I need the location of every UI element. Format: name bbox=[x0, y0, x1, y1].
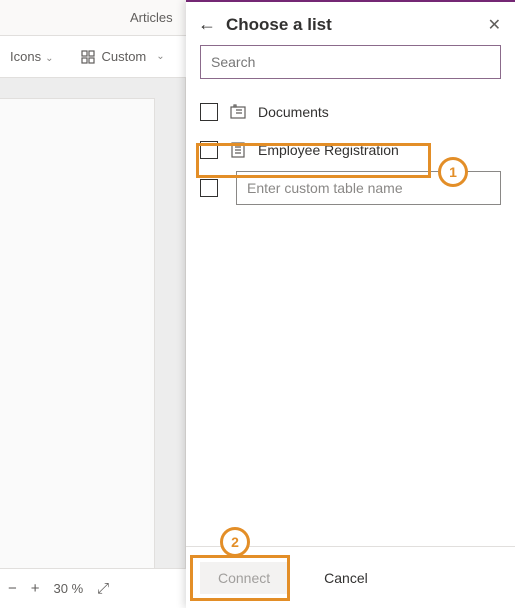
checkbox[interactable] bbox=[200, 179, 218, 197]
zoom-out-button[interactable]: − bbox=[8, 580, 17, 597]
app-tab-bar: Articles bbox=[0, 0, 186, 36]
chevron-down-icon: ⌄ bbox=[156, 51, 164, 62]
list-item-label: Documents bbox=[258, 104, 329, 120]
canvas-screen bbox=[0, 98, 155, 568]
list-area: Documents Employee Registration bbox=[186, 93, 515, 207]
panel-title: Choose a list bbox=[226, 15, 478, 35]
list-item-label: Employee Registration bbox=[258, 142, 399, 158]
zoom-in-button[interactable]: + bbox=[31, 580, 40, 597]
canvas-area bbox=[0, 78, 186, 568]
tab-articles[interactable]: Articles bbox=[130, 10, 173, 25]
close-button[interactable]: ✕ bbox=[488, 15, 501, 35]
menu-custom[interactable]: Custom⌄ bbox=[81, 49, 164, 64]
checkbox[interactable] bbox=[200, 141, 218, 159]
annotation-badge-1: 1 bbox=[438, 157, 468, 187]
list-item-documents[interactable]: Documents bbox=[200, 93, 501, 131]
back-button[interactable]: ← bbox=[198, 14, 216, 35]
checkbox[interactable] bbox=[200, 103, 218, 121]
panel-header: ← Choose a list ✕ bbox=[186, 2, 515, 45]
document-library-icon bbox=[230, 104, 246, 120]
connect-button[interactable]: Connect bbox=[200, 562, 288, 594]
cancel-button[interactable]: Cancel bbox=[306, 562, 386, 594]
chevron-down-icon: ⌄ bbox=[45, 53, 53, 64]
grid-icon bbox=[81, 50, 95, 64]
list-icon bbox=[230, 142, 246, 158]
ribbon-toolbar: Icons⌄ Custom⌄ bbox=[0, 36, 186, 78]
search-input[interactable] bbox=[200, 45, 501, 79]
zoom-level: 30 % bbox=[54, 581, 84, 596]
status-bar: − + 30 % ⤢ bbox=[0, 568, 186, 608]
menu-icons[interactable]: Icons⌄ bbox=[10, 49, 53, 64]
annotation-badge-2: 2 bbox=[220, 527, 250, 557]
choose-list-panel: ← Choose a list ✕ Documents Employee Reg… bbox=[186, 0, 515, 608]
fit-screen-button[interactable]: ⤢ bbox=[97, 580, 109, 597]
